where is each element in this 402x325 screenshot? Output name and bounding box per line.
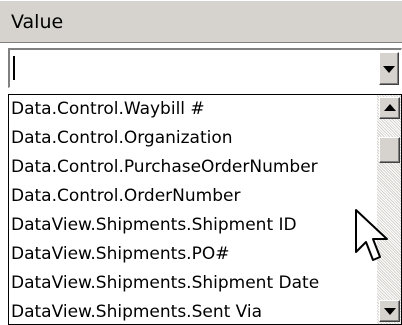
value-picker: Value Data.Control.Waybill # Data.Contro…	[0, 0, 402, 325]
arrow-down-icon	[383, 308, 396, 315]
list-item[interactable]: DataView.Shipments.PO#	[9, 240, 373, 269]
list-item[interactable]: Data.Control.PurchaseOrderNumber	[9, 153, 373, 182]
scroll-down-button[interactable]	[379, 300, 400, 322]
list-item[interactable]: DataView.Shipments.Shipment ID	[9, 211, 373, 240]
combo-dropdown-button[interactable]	[379, 52, 399, 85]
list-item[interactable]: Data.Control.OrderNumber	[9, 182, 373, 211]
list-item[interactable]: DataView.Shipments.Shipment Date	[9, 269, 373, 298]
column-header[interactable]: Value	[0, 0, 402, 43]
mouse-pointer-icon	[355, 209, 388, 261]
list-item[interactable]: DataView.Shipments.Sent Via	[9, 298, 373, 324]
scroll-thumb[interactable]	[379, 137, 400, 163]
column-header-label: Value	[11, 11, 64, 33]
list-item[interactable]: Data.Control.Organization	[9, 124, 373, 153]
value-combobox[interactable]	[8, 48, 402, 88]
chevron-down-icon	[383, 65, 395, 73]
arrow-up-icon	[383, 104, 396, 111]
list-item[interactable]: Data.Control.Waybill #	[9, 95, 373, 124]
value-listbox[interactable]: Data.Control.Waybill # Data.Control.Orga…	[8, 94, 402, 325]
value-input[interactable]	[12, 54, 374, 84]
scroll-up-button[interactable]	[379, 97, 400, 119]
value-list: Data.Control.Waybill # Data.Control.Orga…	[9, 95, 373, 324]
text-caret	[13, 56, 15, 80]
